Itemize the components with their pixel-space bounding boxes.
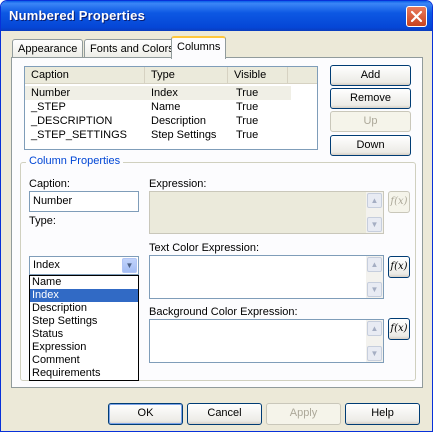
cancel-button[interactable]: Cancel [187,403,262,425]
row-type: Name [151,101,181,113]
row-caption: _DESCRIPTION [31,115,113,127]
text-color-input[interactable]: ▲ ▼ [149,255,384,299]
row-caption: _STEP_SETTINGS [31,129,127,141]
bg-color-label: Background Color Expression: [149,306,298,318]
columns-list[interactable]: Caption Type Visible Number Index True _… [24,66,318,150]
list-row[interactable]: _STEP Name True [25,100,291,114]
text-color-fx-button[interactable]: f(x) [388,256,410,278]
title-bar[interactable]: Numbered Properties [1,1,432,31]
type-option-selected[interactable]: Index [30,289,138,302]
row-type: Index [151,87,178,99]
tab-fonts-and-colors[interactable]: Fonts and Colors [84,39,180,59]
list-row[interactable]: Number Index True [25,86,291,100]
up-button[interactable]: Up [330,111,411,132]
tab-columns[interactable]: Columns [171,36,227,59]
close-button[interactable] [406,6,427,27]
row-visible: True [236,87,259,99]
chevron-down-icon[interactable]: ▼ [122,258,137,273]
column-properties-title: Column Properties [26,155,124,167]
header-type[interactable]: Type [145,67,228,84]
header-visible[interactable]: Visible [228,67,288,84]
header-caption[interactable]: Caption [25,67,145,84]
row-caption: _STEP [31,101,66,113]
type-dropdown-list[interactable]: Name Index Description Step Settings Sta… [29,275,139,381]
scroll-up-icon[interactable]: ▲ [367,321,382,336]
down-button[interactable]: Down [330,135,411,156]
expression-scrollbar[interactable]: ▲ ▼ [366,192,383,233]
type-option[interactable]: Description [30,302,138,315]
expression-label: Expression: [149,178,207,190]
scroll-down-icon[interactable]: ▼ [367,217,382,232]
caption-input[interactable]: Number [29,191,139,212]
row-visible: True [236,101,259,113]
row-type: Description [151,115,207,127]
dialog-client-area: Appearance Fonts and Colors Columns Capt… [4,31,429,429]
text-color-scrollbar[interactable]: ▲ ▼ [366,256,383,298]
numbered-properties-dialog: Numbered Properties Appearance Fonts and… [0,0,433,432]
ok-button[interactable]: OK [108,403,183,425]
bg-color-scrollbar[interactable]: ▲ ▼ [366,320,383,362]
type-option[interactable]: Requirements [30,367,138,380]
type-option[interactable]: Name [30,276,138,289]
window-title: Numbered Properties [9,8,146,23]
remove-button[interactable]: Remove [330,88,411,109]
type-select[interactable]: Index ▼ [29,256,139,275]
columns-tab-panel: Caption Type Visible Number Index True _… [11,57,423,388]
scroll-up-icon[interactable]: ▲ [367,193,382,208]
list-row[interactable]: _STEP_SETTINGS Step Settings True [25,128,291,142]
caption-label: Caption: [29,178,70,190]
row-caption: Number [31,87,71,99]
scroll-down-icon[interactable]: ▼ [367,282,382,297]
type-select-value: Index [33,259,60,271]
type-option[interactable]: Status [30,328,138,341]
expression-fx-button[interactable]: f(x) [388,191,410,213]
row-visible: True [236,115,259,127]
type-option[interactable]: Expression [30,341,138,354]
scroll-up-icon[interactable]: ▲ [367,257,382,272]
type-label: Type: [29,215,56,227]
bg-color-input[interactable]: ▲ ▼ [149,319,384,363]
row-type: Step Settings [151,129,217,141]
close-icon [410,10,423,23]
list-header: Caption Type Visible [25,67,317,84]
scroll-down-icon[interactable]: ▼ [367,346,382,361]
help-button[interactable]: Help [345,403,420,425]
type-option[interactable]: Comment [30,354,138,367]
type-option[interactable]: Step Settings [30,315,138,328]
text-color-label: Text Color Expression: [149,242,260,254]
tab-appearance[interactable]: Appearance [12,39,84,59]
row-visible: True [236,129,259,141]
bg-color-fx-button[interactable]: f(x) [388,318,410,340]
apply-button[interactable]: Apply [266,403,341,425]
list-row[interactable]: _DESCRIPTION Description True [25,114,291,128]
expression-input[interactable]: ▲ ▼ [149,191,384,234]
add-button[interactable]: Add [330,65,411,86]
